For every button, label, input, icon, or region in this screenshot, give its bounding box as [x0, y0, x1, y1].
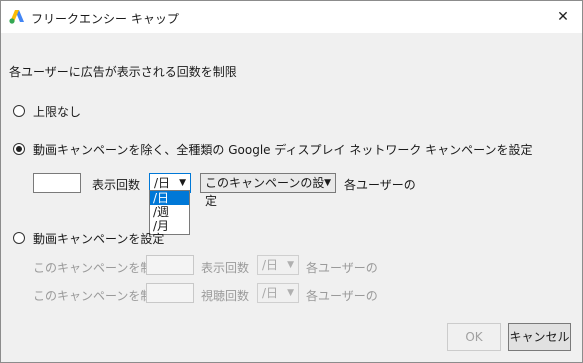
dropdown-arrow-icon: ▼	[324, 178, 331, 188]
video-row1-per-user-label: 各ユーザーの	[306, 261, 378, 275]
video-row1-period-value: /日	[262, 258, 279, 272]
google-ads-logo-icon	[9, 10, 24, 24]
period-dropdown-list: /日 /週 /月	[149, 190, 190, 235]
radio-exclude-video-label[interactable]: 動画キャンペーンを除く、全種類の Google ディスプレイ ネットワーク キャ…	[33, 141, 533, 158]
radio-video[interactable]	[13, 232, 25, 244]
title-bar: フリークエンシー キャップ ✕	[1, 1, 582, 33]
dialog-heading: 各ユーザーに広告が表示される回数を制限	[9, 65, 237, 79]
video-row2-metric-label: 視聴回数	[201, 289, 250, 303]
period-option-day[interactable]: /日	[150, 191, 189, 205]
cancel-button[interactable]: キャンセル	[508, 323, 571, 351]
video-row2-per-user-label: 各ユーザーの	[306, 289, 378, 303]
scope-select[interactable]: このキャンペーンの設定 ▼	[200, 173, 336, 208]
dialog-window: フリークエンシー キャップ ✕ 各ユーザーに広告が表示される回数を制限 上限なし…	[0, 0, 583, 363]
dropdown-arrow-icon: ▼	[287, 260, 294, 270]
radio-no-limit[interactable]	[13, 105, 25, 117]
video-row1-prefix: このキャンペーンを制限	[33, 261, 165, 275]
radio-no-limit-label[interactable]: 上限なし	[33, 103, 81, 120]
video-impressions-count-input[interactable]	[146, 255, 194, 275]
radio-exclude-video[interactable]	[13, 143, 25, 155]
video-row1-metric-label: 表示回数	[201, 261, 250, 275]
period-option-week[interactable]: /週	[150, 205, 189, 219]
video-row1-period-select[interactable]: /日 ▼	[257, 255, 299, 275]
impressions-label: 表示回数	[92, 178, 141, 192]
ok-button[interactable]: OK	[447, 323, 501, 351]
period-select-value: /日	[154, 176, 171, 190]
per-user-label: 各ユーザーの	[344, 178, 416, 192]
video-row2-period-select[interactable]: /日 ▼	[257, 283, 299, 303]
window-title: フリークエンシー キャップ	[31, 12, 179, 26]
close-icon: ✕	[557, 9, 569, 25]
video-views-count-input[interactable]	[146, 283, 194, 303]
scope-select-value: このキャンペーンの設定	[205, 176, 325, 208]
dropdown-arrow-icon: ▼	[287, 288, 294, 298]
video-row2-prefix: このキャンペーンを制限	[33, 289, 165, 303]
radio-video-label[interactable]: 動画キャンペーンを設定	[33, 230, 164, 247]
video-row2-period-value: /日	[262, 286, 279, 300]
frequency-count-input[interactable]	[33, 173, 81, 193]
close-button[interactable]: ✕	[550, 5, 576, 29]
